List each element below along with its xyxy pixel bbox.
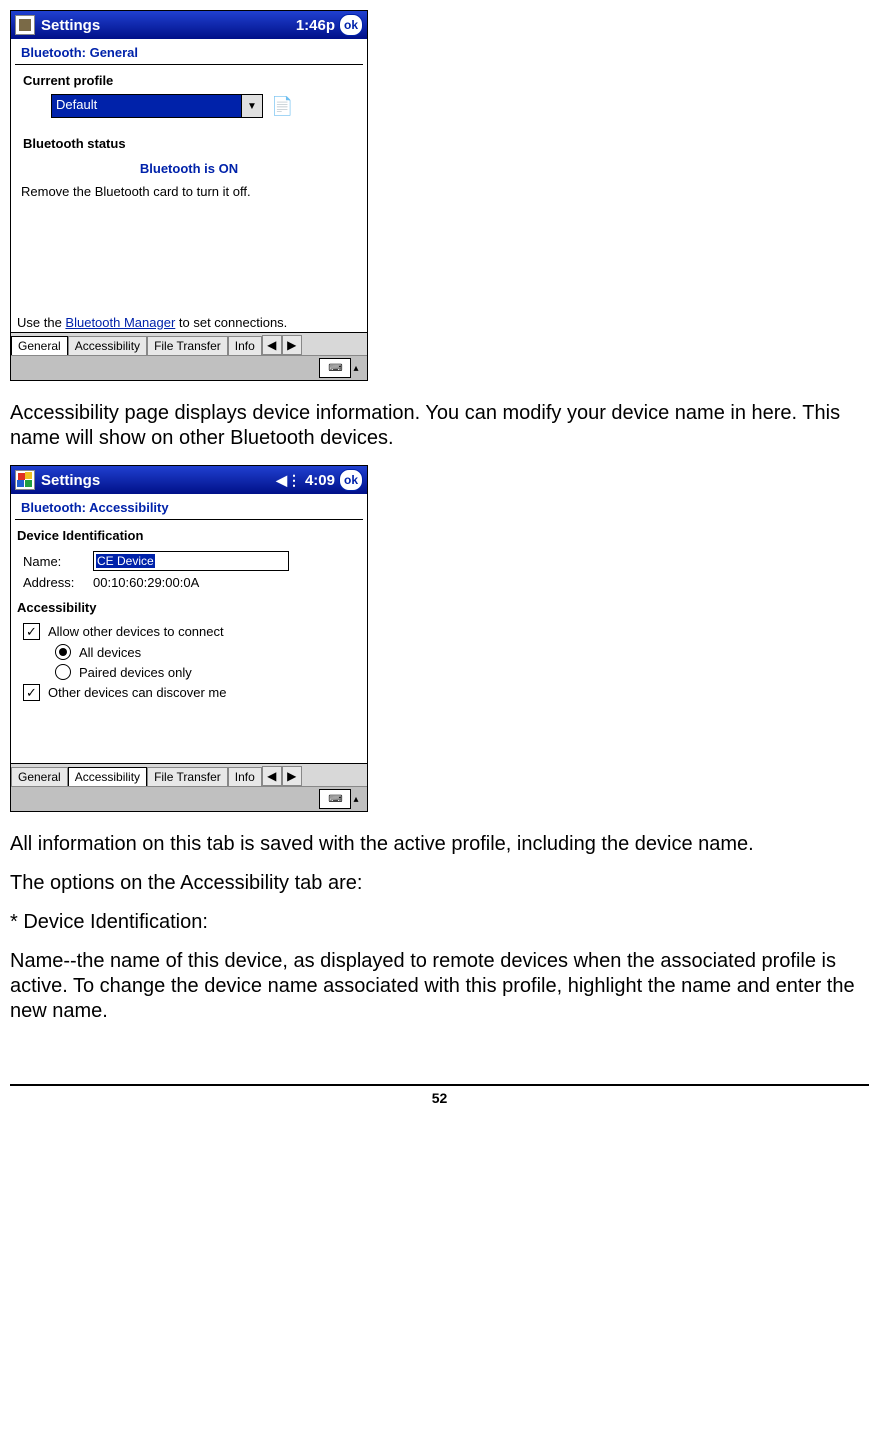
page-header: Bluetooth: General — [15, 39, 363, 65]
tab-bar: General Accessibility File Transfer Info… — [11, 332, 367, 355]
tab-general[interactable]: General — [11, 336, 68, 355]
all-devices-label: All devices — [79, 645, 141, 660]
allow-connect-row[interactable]: ✓ Allow other devices to connect — [11, 621, 367, 642]
tab-scroll-left-icon[interactable]: ◀ — [262, 335, 282, 355]
keyboard-icon[interactable]: ⌨ — [319, 789, 351, 809]
tab-accessibility[interactable]: Accessibility — [68, 336, 147, 355]
tab-scroll-right-icon[interactable]: ▶ — [282, 335, 302, 355]
tab-scroll-right-icon[interactable]: ▶ — [282, 766, 302, 786]
paragraph-2: All information on this tab is saved wit… — [10, 832, 869, 857]
sip-bar: ⌨ ▴ — [11, 786, 367, 811]
screenshot-general: Settings 1:46p ok Bluetooth: General Cur… — [10, 10, 368, 381]
use-prefix: Use the — [17, 315, 65, 330]
manager-link-line: Use the Bluetooth Manager to set connect… — [11, 313, 367, 332]
start-icon[interactable] — [15, 470, 35, 490]
paragraph-3: The options on the Accessibility tab are… — [10, 871, 869, 896]
radio-icon[interactable] — [55, 664, 71, 680]
sip-up-icon[interactable]: ▴ — [351, 363, 361, 374]
profile-combo-value: Default — [52, 95, 241, 117]
tab-general[interactable]: General — [11, 767, 68, 786]
paired-only-label: Paired devices only — [79, 665, 192, 680]
name-value: CE Device — [96, 554, 155, 568]
all-devices-row[interactable]: All devices — [11, 642, 367, 662]
accessibility-label: Accessibility — [11, 592, 367, 621]
tab-info[interactable]: Info — [228, 336, 262, 355]
screenshot-accessibility: Settings ◀⋮ 4:09 ok Bluetooth: Accessibi… — [10, 465, 368, 812]
name-input[interactable]: CE Device — [93, 551, 289, 571]
paragraph-5: Name--the name of this device, as displa… — [10, 949, 869, 1024]
clock: 1:46p — [296, 17, 335, 34]
use-suffix: to set connections. — [175, 315, 287, 330]
discoverable-row[interactable]: ✓ Other devices can discover me — [11, 682, 367, 703]
tab-scroll-left-icon[interactable]: ◀ — [262, 766, 282, 786]
checkbox-icon[interactable]: ✓ — [23, 684, 40, 701]
radio-icon[interactable] — [55, 644, 71, 660]
discoverable-label: Other devices can discover me — [48, 685, 226, 700]
checkbox-icon[interactable]: ✓ — [23, 623, 40, 640]
chevron-down-icon[interactable]: ▼ — [241, 95, 262, 117]
app-title: Settings — [41, 472, 276, 489]
address-label: Address: — [23, 575, 93, 590]
bluetooth-manager-link[interactable]: Bluetooth Manager — [65, 315, 175, 330]
helper-text: Remove the Bluetooth card to turn it off… — [11, 180, 367, 203]
title-bar: Settings 1:46p ok — [11, 11, 367, 39]
clock: 4:09 — [305, 472, 335, 489]
bluetooth-status-label: Bluetooth status — [11, 128, 367, 157]
tab-accessibility[interactable]: Accessibility — [68, 767, 147, 786]
keyboard-icon[interactable]: ⌨ — [319, 358, 351, 378]
allow-connect-label: Allow other devices to connect — [48, 624, 224, 639]
tab-file-transfer[interactable]: File Transfer — [147, 767, 228, 786]
speaker-icon[interactable]: ◀⋮ — [276, 472, 301, 489]
name-row: Name: CE Device — [11, 549, 367, 573]
app-title: Settings — [41, 17, 296, 34]
tab-info[interactable]: Info — [228, 767, 262, 786]
address-value: 00:10:60:29:00:0A — [93, 575, 199, 590]
paired-only-row[interactable]: Paired devices only — [11, 662, 367, 682]
title-bar: Settings ◀⋮ 4:09 ok — [11, 466, 367, 494]
page-header: Bluetooth: Accessibility — [15, 494, 363, 520]
page-number: 52 — [10, 1084, 869, 1106]
sip-bar: ⌨ ▴ — [11, 355, 367, 380]
paragraph-4: * Device Identification: — [10, 910, 869, 935]
status-text: Bluetooth is ON — [11, 157, 367, 180]
ok-button[interactable]: ok — [339, 469, 363, 491]
current-profile-label: Current profile — [11, 65, 367, 94]
start-icon[interactable] — [15, 15, 35, 35]
profile-settings-icon[interactable]: 📄 — [271, 96, 293, 117]
device-id-label: Device Identification — [11, 520, 367, 549]
name-label: Name: — [23, 554, 93, 569]
address-row: Address: 00:10:60:29:00:0A — [11, 573, 367, 592]
sip-up-icon[interactable]: ▴ — [351, 794, 361, 805]
profile-row: Default ▼ 📄 — [11, 94, 367, 118]
ok-button[interactable]: ok — [339, 14, 363, 36]
tab-file-transfer[interactable]: File Transfer — [147, 336, 228, 355]
profile-combo[interactable]: Default ▼ — [51, 94, 263, 118]
tab-bar: General Accessibility File Transfer Info… — [11, 763, 367, 786]
paragraph-1: Accessibility page displays device infor… — [10, 401, 869, 451]
